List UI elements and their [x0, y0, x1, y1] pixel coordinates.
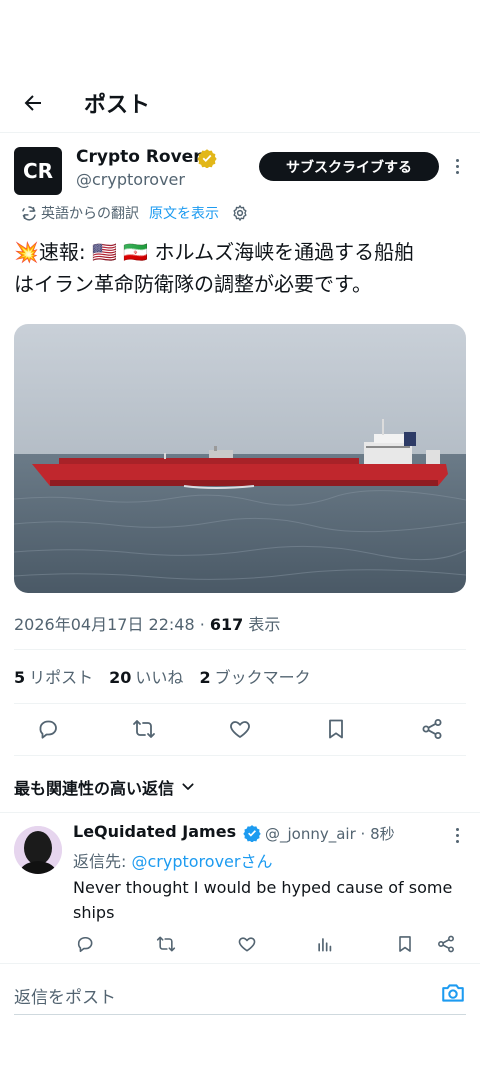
reply-avatar[interactable]	[14, 826, 62, 874]
avatar-logo-text: CR	[22, 159, 54, 183]
reply-to-line: 返信先: @cryptoroverさん	[73, 848, 272, 872]
tweet-text: 💥速報: 🇺🇸 🇮🇷 ホルムズ海峡を通過する船舶 はイラン革命防衛隊の調整が必要…	[14, 236, 469, 300]
subscribe-button[interactable]: サブスクライブする	[259, 152, 439, 181]
page-title: ポスト	[84, 93, 151, 118]
timestamp-row: 2026年04月17日 22:48 · 617 表示	[14, 611, 280, 635]
translation-note: 英語からの翻訳	[41, 206, 139, 222]
likes-stat[interactable]: 20 いいね	[109, 664, 183, 688]
author-avatar[interactable]: CR	[14, 147, 62, 195]
divider	[14, 703, 466, 704]
verified-badge-icon	[243, 825, 261, 842]
like-icon[interactable]	[237, 934, 257, 954]
reply-icon[interactable]	[36, 717, 60, 741]
more-options-icon[interactable]	[448, 152, 466, 180]
divider	[14, 649, 466, 650]
views-label: 表示	[243, 615, 281, 634]
likes-count: 20	[109, 668, 132, 687]
reposts-label: リポスト	[29, 668, 94, 687]
reply-sort-dropdown[interactable]: 最も関連性の高い返信	[14, 775, 196, 799]
tweet-action-bar	[14, 709, 466, 749]
reply-to-handle-link[interactable]: @cryptoroverさん	[131, 852, 272, 871]
engagement-stats: 5 リポスト 20 いいね 2 ブックマーク	[14, 664, 311, 688]
reply-author-name[interactable]: LeQuidated James	[73, 822, 236, 841]
like-icon[interactable]	[228, 717, 252, 741]
camera-icon[interactable]	[440, 980, 466, 1006]
tweet-text-line-2: はイラン革命防衛隊の調整が必要です。	[14, 272, 372, 296]
chevron-down-icon	[182, 783, 194, 790]
compose-underline	[14, 1014, 466, 1015]
translation-row: 英語からの翻訳 原文を表示	[20, 202, 249, 224]
gear-icon[interactable]	[231, 204, 249, 222]
reply-handle-time[interactable]: @_jonny_air · 8秒	[265, 823, 395, 844]
reposts-count: 5	[14, 668, 26, 687]
bookmarks-label: ブックマーク	[214, 668, 311, 687]
back-arrow-icon[interactable]	[18, 88, 48, 118]
header-divider	[0, 132, 480, 133]
share-icon[interactable]	[420, 717, 444, 741]
verified-badge-icon	[197, 149, 217, 168]
divider	[14, 755, 466, 756]
analytics-icon[interactable]	[315, 934, 335, 954]
reply-more-options-icon[interactable]	[448, 824, 466, 846]
repost-icon[interactable]	[132, 717, 156, 741]
author-handle[interactable]: @cryptorover	[76, 170, 185, 189]
reply-to-prefix: 返信先:	[73, 852, 132, 871]
tweet-text-line-1: 💥速報: 🇺🇸 🇮🇷 ホルムズ海峡を通過する船舶	[14, 240, 415, 264]
repost-icon[interactable]	[156, 934, 176, 954]
reply-action-bar	[73, 934, 466, 956]
views-count: 617	[209, 615, 244, 634]
bookmark-icon[interactable]	[395, 934, 415, 954]
timestamp[interactable]: 2026年04月17日 22:48 ·	[14, 615, 210, 634]
reply-compose-box[interactable]: 返信をポスト	[14, 978, 466, 1014]
bookmarks-stat[interactable]: 2 ブックマーク	[199, 664, 310, 688]
reposts-stat[interactable]: 5 リポスト	[14, 664, 93, 688]
divider	[0, 963, 480, 964]
top-bar: ポスト	[0, 78, 480, 126]
show-original-link[interactable]: 原文を表示	[149, 203, 219, 223]
divider	[0, 812, 480, 813]
bookmark-icon[interactable]	[324, 717, 348, 741]
bookmarks-count: 2	[199, 668, 211, 687]
likes-label: いいね	[135, 668, 184, 687]
reply-text: Never thought I would be hyped cause of …	[73, 878, 453, 922]
tweet-photo[interactable]	[14, 324, 466, 593]
reply-icon[interactable]	[75, 934, 95, 954]
reply-sort-label: 最も関連性の高い返信	[14, 779, 175, 798]
share-icon[interactable]	[436, 934, 456, 954]
translate-icon	[22, 206, 36, 221]
reply-compose-input[interactable]: 返信をポスト	[14, 983, 116, 1008]
author-name[interactable]: Crypto Rover	[76, 147, 202, 167]
